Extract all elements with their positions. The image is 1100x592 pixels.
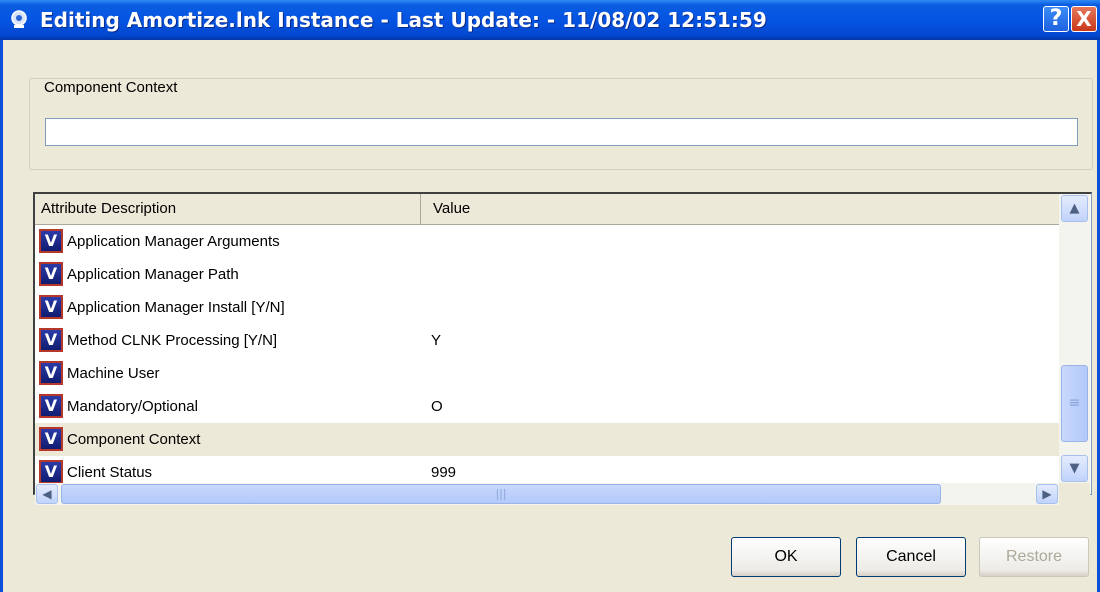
variable-icon: V [39, 262, 63, 286]
horizontal-scrollbar[interactable]: ◀ ||| ▶ [35, 483, 1059, 505]
variable-icon: V [39, 460, 63, 483]
column-header-value[interactable]: Value [421, 194, 1059, 224]
scroll-left-button[interactable]: ◀ [36, 484, 58, 504]
variable-icon: V [39, 328, 63, 352]
attribute-description: Application Manager Path [67, 266, 239, 283]
variable-icon: V [39, 229, 63, 253]
table-row[interactable]: V Machine User [35, 357, 1059, 390]
scrollbar-corner [1059, 483, 1090, 505]
table-row[interactable]: V Application Manager Arguments [35, 225, 1059, 258]
grid-rows: V Application Manager Arguments V Applic… [35, 225, 1059, 483]
ok-button[interactable]: OK [731, 537, 841, 577]
table-row[interactable]: V Client Status 999 [35, 456, 1059, 483]
variable-icon: V [39, 295, 63, 319]
attribute-description: Client Status [67, 464, 153, 481]
component-context-input[interactable] [45, 118, 1078, 146]
scroll-up-button[interactable]: ▲ [1061, 195, 1088, 222]
component-context-label: Component Context [40, 79, 182, 96]
attribute-value: O [431, 398, 443, 415]
attribute-description: Component Context [67, 431, 201, 448]
dialog-window: Editing Amortize.lnk Instance - Last Upd… [0, 0, 1100, 592]
restore-button[interactable]: Restore [979, 537, 1089, 577]
attribute-grid: Attribute Description Value V Applicatio… [33, 192, 1092, 505]
horizontal-scroll-thumb[interactable]: ||| [61, 484, 941, 504]
column-header-attribute-description[interactable]: Attribute Description [35, 194, 421, 224]
variable-icon: V [39, 394, 63, 418]
attribute-value: Y [431, 332, 442, 349]
table-row[interactable]: V Application Manager Install [Y/N] [35, 291, 1059, 324]
table-row-selected[interactable]: V Component Context [35, 423, 1059, 456]
attribute-description: Application Manager Arguments [67, 233, 280, 250]
table-row[interactable]: V Application Manager Path [35, 258, 1059, 291]
vertical-scroll-thumb[interactable]: ≡ [1061, 365, 1088, 442]
scroll-down-button[interactable]: ▼ [1061, 455, 1088, 482]
attribute-description: Mandatory/Optional [67, 398, 198, 415]
app-icon [11, 10, 27, 28]
attribute-value: 999 [431, 464, 457, 481]
window-title: Editing Amortize.lnk Instance - Last Upd… [40, 8, 767, 32]
variable-icon: V [39, 427, 63, 451]
vertical-scrollbar[interactable]: ▲ ≡ ▼ [1059, 194, 1090, 483]
table-row[interactable]: V Mandatory/Optional O [35, 390, 1059, 423]
cancel-button[interactable]: Cancel [856, 537, 966, 577]
attribute-description: Application Manager Install [Y/N] [67, 299, 285, 316]
grid-header: Attribute Description Value [35, 194, 1059, 225]
variable-icon: V [39, 361, 63, 385]
table-row[interactable]: V Method CLNK Processing [Y/N] Y [35, 324, 1059, 357]
help-button[interactable]: ? [1043, 6, 1069, 32]
attribute-description: Machine User [67, 365, 160, 382]
close-button[interactable]: X [1071, 6, 1097, 32]
attribute-description: Method CLNK Processing [Y/N] [67, 332, 278, 349]
title-bar[interactable]: Editing Amortize.lnk Instance - Last Upd… [0, 0, 1100, 40]
scroll-right-button[interactable]: ▶ [1036, 484, 1058, 504]
